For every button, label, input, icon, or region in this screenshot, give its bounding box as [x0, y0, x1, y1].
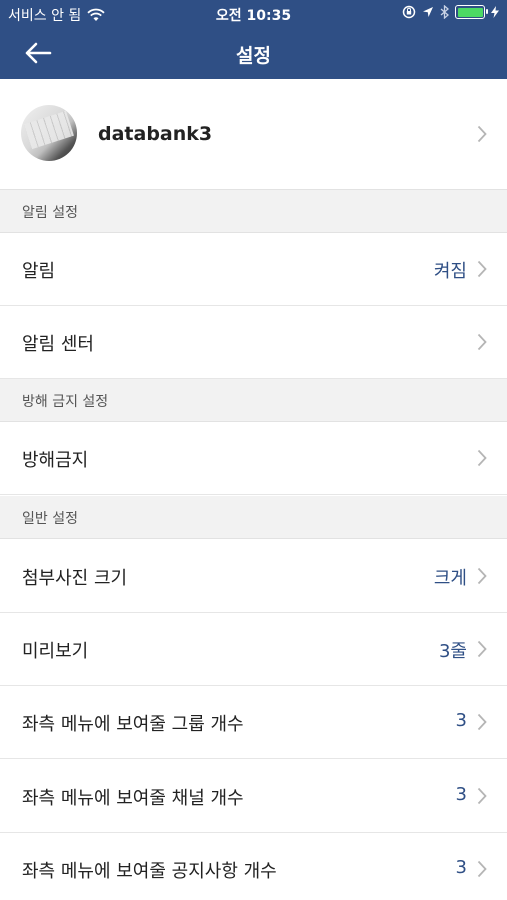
chevron-right-icon: [477, 640, 487, 658]
section-title: 일반 설정: [22, 511, 78, 527]
setting-row-notification[interactable]: 알림 켜짐: [0, 233, 507, 306]
setting-value: 3: [455, 784, 467, 805]
section-title: 방해 금지 설정: [22, 394, 109, 410]
chevron-right-icon: [477, 125, 487, 143]
chevron-right-icon: [477, 333, 487, 351]
setting-row-channel-count[interactable]: 좌측 메뉴에 보여줄 채널 개수 3: [0, 760, 507, 833]
chevron-right-icon: [477, 860, 487, 878]
setting-value: 3: [455, 710, 467, 731]
setting-value: 3: [455, 857, 467, 878]
setting-row-notice-count[interactable]: 좌측 메뉴에 보여줄 공지사항 개수 3: [0, 833, 507, 900]
setting-value: 크게: [433, 568, 467, 589]
chevron-right-icon: [477, 567, 487, 585]
setting-row-preview[interactable]: 미리보기 3줄: [0, 613, 507, 686]
setting-label: 좌측 메뉴에 보여줄 공지사항 개수: [22, 861, 277, 882]
setting-row-notification-center[interactable]: 알림 센터: [0, 306, 507, 379]
chevron-right-icon: [477, 713, 487, 731]
setting-row-group-count[interactable]: 좌측 메뉴에 보여줄 그룹 개수 3: [0, 686, 507, 759]
battery-icon: [455, 5, 488, 19]
setting-row-dnd[interactable]: 방해금지: [0, 422, 507, 495]
section-title: 알림 설정: [22, 205, 78, 221]
chevron-right-icon: [477, 449, 487, 467]
profile-row[interactable]: databank3: [0, 79, 507, 190]
page-title: 설정: [236, 45, 271, 67]
bluetooth-icon: [440, 5, 449, 19]
setting-label: 좌측 메뉴에 보여줄 채널 개수: [22, 788, 244, 809]
setting-value: 3줄: [438, 641, 467, 662]
setting-label: 알림: [22, 261, 56, 282]
setting-label: 미리보기: [22, 641, 89, 662]
status-bar: 서비스 안 됨 오전 10:35: [0, 0, 507, 28]
location-arrow-icon: [423, 7, 433, 17]
avatar: [21, 105, 77, 161]
app-header: 서비스 안 됨 오전 10:35 설정: [0, 0, 507, 79]
setting-label: 첨부사진 크기: [22, 568, 128, 589]
setting-label: 알림 센터: [22, 334, 94, 355]
setting-value: 켜짐: [433, 261, 467, 282]
lock-rotation-icon: [402, 5, 416, 19]
chevron-right-icon: [477, 260, 487, 278]
setting-row-attachment-size[interactable]: 첨부사진 크기 크게: [0, 540, 507, 613]
nav-bar: 설정: [0, 28, 507, 79]
setting-label: 방해금지: [22, 450, 89, 471]
section-header-notifications: 알림 설정: [0, 190, 507, 233]
section-header-dnd: 방해 금지 설정: [0, 379, 507, 422]
section-header-general: 일반 설정: [0, 496, 507, 539]
setting-label: 좌측 메뉴에 보여줄 그룹 개수: [22, 714, 244, 735]
username: databank3: [98, 123, 213, 145]
charging-icon: [491, 6, 499, 18]
chevron-right-icon: [477, 787, 487, 805]
